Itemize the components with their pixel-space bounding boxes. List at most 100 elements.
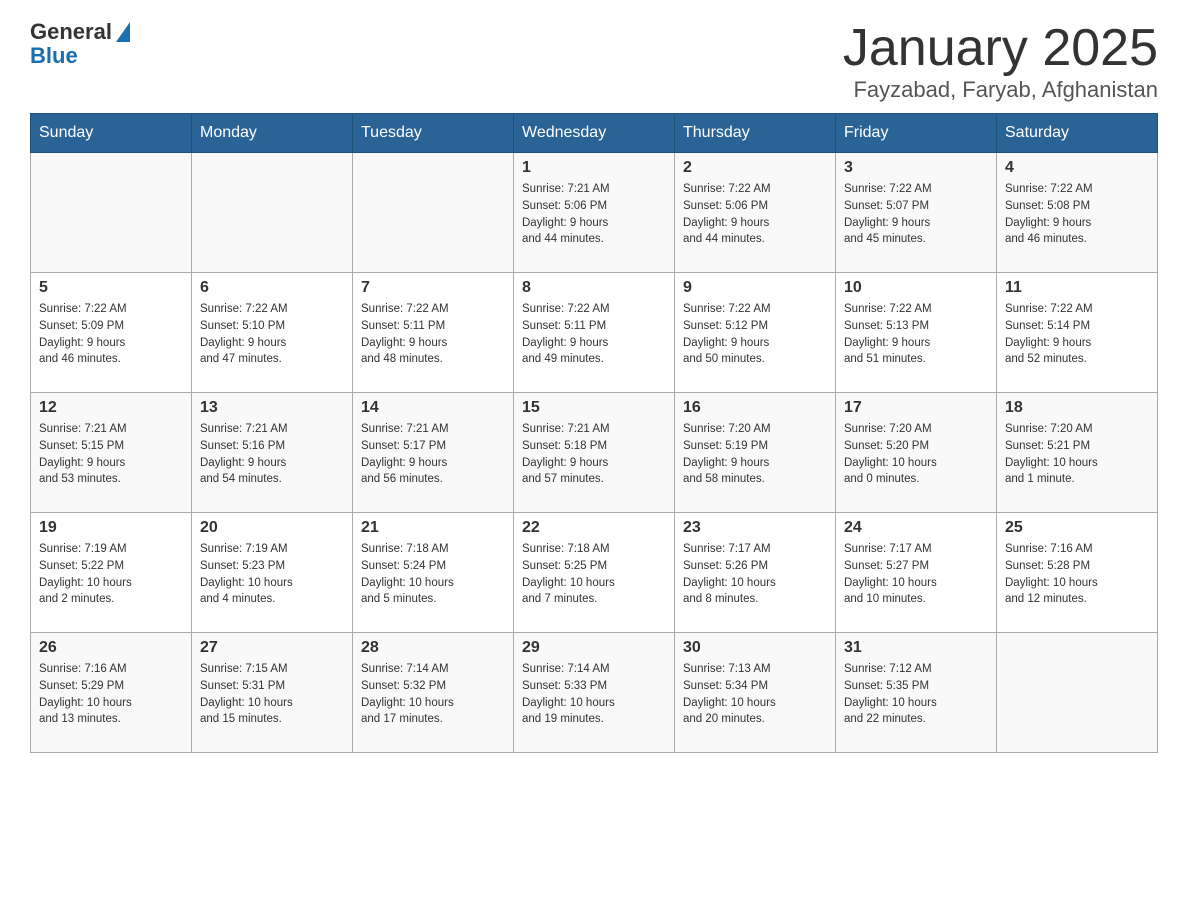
weekday-header-row: SundayMondayTuesdayWednesdayThursdayFrid…: [31, 114, 1158, 153]
calendar-cell: [31, 153, 192, 273]
calendar-cell: 28 Sunrise: 7:14 AM Sunset: 5:32 PM Dayli…: [353, 633, 514, 753]
calendar-week-5: 26 Sunrise: 7:16 AM Sunset: 5:29 PM Dayli…: [31, 633, 1158, 753]
day-number: 22: [522, 519, 666, 537]
weekday-header-monday: Monday: [192, 114, 353, 153]
calendar-cell: 6 Sunrise: 7:22 AM Sunset: 5:10 PM Daylig…: [192, 273, 353, 393]
page-header: General Blue January 2025 Fayzabad, Fary…: [30, 20, 1158, 103]
calendar-cell: 8 Sunrise: 7:22 AM Sunset: 5:11 PM Daylig…: [514, 273, 675, 393]
calendar-cell: 26 Sunrise: 7:16 AM Sunset: 5:29 PM Dayli…: [31, 633, 192, 753]
calendar-week-3: 12 Sunrise: 7:21 AM Sunset: 5:15 PM Dayli…: [31, 393, 1158, 513]
day-info: Sunrise: 7:22 AM Sunset: 5:08 PM Dayligh…: [1005, 181, 1149, 248]
calendar-cell: 4 Sunrise: 7:22 AM Sunset: 5:08 PM Daylig…: [997, 153, 1158, 273]
calendar-cell: 21Sunrise: 7:18 AM Sunset: 5:24 PM Dayli…: [353, 513, 514, 633]
calendar-cell: 25Sunrise: 7:16 AM Sunset: 5:28 PM Dayli…: [997, 513, 1158, 633]
day-info: Sunrise: 7:22 AM Sunset: 5:14 PM Dayligh…: [1005, 301, 1149, 368]
calendar-cell: 29 Sunrise: 7:14 AM Sunset: 5:33 PM Dayli…: [514, 633, 675, 753]
day-number: 28: [361, 639, 505, 657]
day-number: 8: [522, 279, 666, 297]
day-number: 15: [522, 399, 666, 417]
day-number: 26: [39, 639, 183, 657]
day-number: 7: [361, 279, 505, 297]
day-info: Sunrise: 7:16 AM Sunset: 5:28 PM Dayligh…: [1005, 541, 1149, 608]
day-info: Sunrise: 7:18 AM Sunset: 5:24 PM Dayligh…: [361, 541, 505, 608]
day-number: 11: [1005, 279, 1149, 297]
day-number: 12: [39, 399, 183, 417]
weekday-header-friday: Friday: [836, 114, 997, 153]
day-info: Sunrise: 7:20 AM Sunset: 5:19 PM Dayligh…: [683, 421, 827, 488]
calendar-cell: 31Sunrise: 7:12 AM Sunset: 5:35 PM Dayli…: [836, 633, 997, 753]
day-info: Sunrise: 7:22 AM Sunset: 5:11 PM Dayligh…: [361, 301, 505, 368]
day-info: Sunrise: 7:21 AM Sunset: 5:06 PM Dayligh…: [522, 181, 666, 248]
calendar-cell: 15 Sunrise: 7:21 AM Sunset: 5:18 PM Dayli…: [514, 393, 675, 513]
day-number: 6: [200, 279, 344, 297]
day-info: Sunrise: 7:21 AM Sunset: 5:16 PM Dayligh…: [200, 421, 344, 488]
weekday-header-saturday: Saturday: [997, 114, 1158, 153]
day-number: 19: [39, 519, 183, 537]
calendar-cell: 20Sunrise: 7:19 AM Sunset: 5:23 PM Dayli…: [192, 513, 353, 633]
day-number: 31: [844, 639, 988, 657]
day-info: Sunrise: 7:14 AM Sunset: 5:32 PM Dayligh…: [361, 661, 505, 728]
title-block: January 2025 Fayzabad, Faryab, Afghanist…: [843, 20, 1158, 103]
day-number: 14: [361, 399, 505, 417]
day-number: 16: [683, 399, 827, 417]
calendar-body: 1 Sunrise: 7:21 AM Sunset: 5:06 PM Daylig…: [31, 153, 1158, 753]
weekday-header-thursday: Thursday: [675, 114, 836, 153]
calendar-cell: 16 Sunrise: 7:20 AM Sunset: 5:19 PM Dayli…: [675, 393, 836, 513]
day-number: 18: [1005, 399, 1149, 417]
day-number: 5: [39, 279, 183, 297]
calendar-cell: 22 Sunrise: 7:18 AM Sunset: 5:25 PM Dayli…: [514, 513, 675, 633]
calendar-cell: 10Sunrise: 7:22 AM Sunset: 5:13 PM Dayli…: [836, 273, 997, 393]
calendar-cell: 17Sunrise: 7:20 AM Sunset: 5:20 PM Dayli…: [836, 393, 997, 513]
day-info: Sunrise: 7:22 AM Sunset: 5:10 PM Dayligh…: [200, 301, 344, 368]
calendar-title: January 2025: [843, 20, 1158, 77]
calendar-cell: 11 Sunrise: 7:22 AM Sunset: 5:14 PM Dayli…: [997, 273, 1158, 393]
day-info: Sunrise: 7:21 AM Sunset: 5:18 PM Dayligh…: [522, 421, 666, 488]
day-info: Sunrise: 7:22 AM Sunset: 5:11 PM Dayligh…: [522, 301, 666, 368]
day-info: Sunrise: 7:13 AM Sunset: 5:34 PM Dayligh…: [683, 661, 827, 728]
day-number: 1: [522, 159, 666, 177]
calendar-week-2: 5 Sunrise: 7:22 AM Sunset: 5:09 PM Daylig…: [31, 273, 1158, 393]
day-info: Sunrise: 7:22 AM Sunset: 5:09 PM Dayligh…: [39, 301, 183, 368]
day-number: 30: [683, 639, 827, 657]
calendar-cell: 27 Sunrise: 7:15 AM Sunset: 5:31 PM Dayli…: [192, 633, 353, 753]
day-info: Sunrise: 7:17 AM Sunset: 5:26 PM Dayligh…: [683, 541, 827, 608]
day-number: 13: [200, 399, 344, 417]
calendar-cell: 1 Sunrise: 7:21 AM Sunset: 5:06 PM Daylig…: [514, 153, 675, 273]
calendar-cell: [997, 633, 1158, 753]
logo: General Blue: [30, 20, 130, 68]
calendar-cell: 14 Sunrise: 7:21 AM Sunset: 5:17 PM Dayli…: [353, 393, 514, 513]
day-info: Sunrise: 7:21 AM Sunset: 5:15 PM Dayligh…: [39, 421, 183, 488]
day-info: Sunrise: 7:15 AM Sunset: 5:31 PM Dayligh…: [200, 661, 344, 728]
day-info: Sunrise: 7:21 AM Sunset: 5:17 PM Dayligh…: [361, 421, 505, 488]
calendar-cell: 19 Sunrise: 7:19 AM Sunset: 5:22 PM Dayli…: [31, 513, 192, 633]
day-info: Sunrise: 7:18 AM Sunset: 5:25 PM Dayligh…: [522, 541, 666, 608]
day-number: 4: [1005, 159, 1149, 177]
day-number: 2: [683, 159, 827, 177]
calendar-cell: 23Sunrise: 7:17 AM Sunset: 5:26 PM Dayli…: [675, 513, 836, 633]
calendar-table: SundayMondayTuesdayWednesdayThursdayFrid…: [30, 113, 1158, 753]
day-number: 17: [844, 399, 988, 417]
calendar-cell: 24Sunrise: 7:17 AM Sunset: 5:27 PM Dayli…: [836, 513, 997, 633]
calendar-cell: 12 Sunrise: 7:21 AM Sunset: 5:15 PM Dayli…: [31, 393, 192, 513]
day-number: 29: [522, 639, 666, 657]
logo-blue: Blue: [30, 43, 78, 68]
day-info: Sunrise: 7:20 AM Sunset: 5:21 PM Dayligh…: [1005, 421, 1149, 488]
day-info: Sunrise: 7:22 AM Sunset: 5:06 PM Dayligh…: [683, 181, 827, 248]
calendar-cell: 3Sunrise: 7:22 AM Sunset: 5:07 PM Daylig…: [836, 153, 997, 273]
day-info: Sunrise: 7:22 AM Sunset: 5:12 PM Dayligh…: [683, 301, 827, 368]
calendar-cell: [353, 153, 514, 273]
weekday-header-sunday: Sunday: [31, 114, 192, 153]
calendar-week-1: 1 Sunrise: 7:21 AM Sunset: 5:06 PM Daylig…: [31, 153, 1158, 273]
calendar-cell: 5 Sunrise: 7:22 AM Sunset: 5:09 PM Daylig…: [31, 273, 192, 393]
calendar-cell: 18 Sunrise: 7:20 AM Sunset: 5:21 PM Dayli…: [997, 393, 1158, 513]
calendar-cell: 30 Sunrise: 7:13 AM Sunset: 5:34 PM Dayli…: [675, 633, 836, 753]
calendar-cell: 7 Sunrise: 7:22 AM Sunset: 5:11 PM Daylig…: [353, 273, 514, 393]
day-info: Sunrise: 7:16 AM Sunset: 5:29 PM Dayligh…: [39, 661, 183, 728]
calendar-cell: 13 Sunrise: 7:21 AM Sunset: 5:16 PM Dayli…: [192, 393, 353, 513]
day-info: Sunrise: 7:22 AM Sunset: 5:07 PM Dayligh…: [844, 181, 988, 248]
day-info: Sunrise: 7:14 AM Sunset: 5:33 PM Dayligh…: [522, 661, 666, 728]
day-number: 27: [200, 639, 344, 657]
calendar-header: SundayMondayTuesdayWednesdayThursdayFrid…: [31, 114, 1158, 153]
weekday-header-wednesday: Wednesday: [514, 114, 675, 153]
day-info: Sunrise: 7:19 AM Sunset: 5:22 PM Dayligh…: [39, 541, 183, 608]
